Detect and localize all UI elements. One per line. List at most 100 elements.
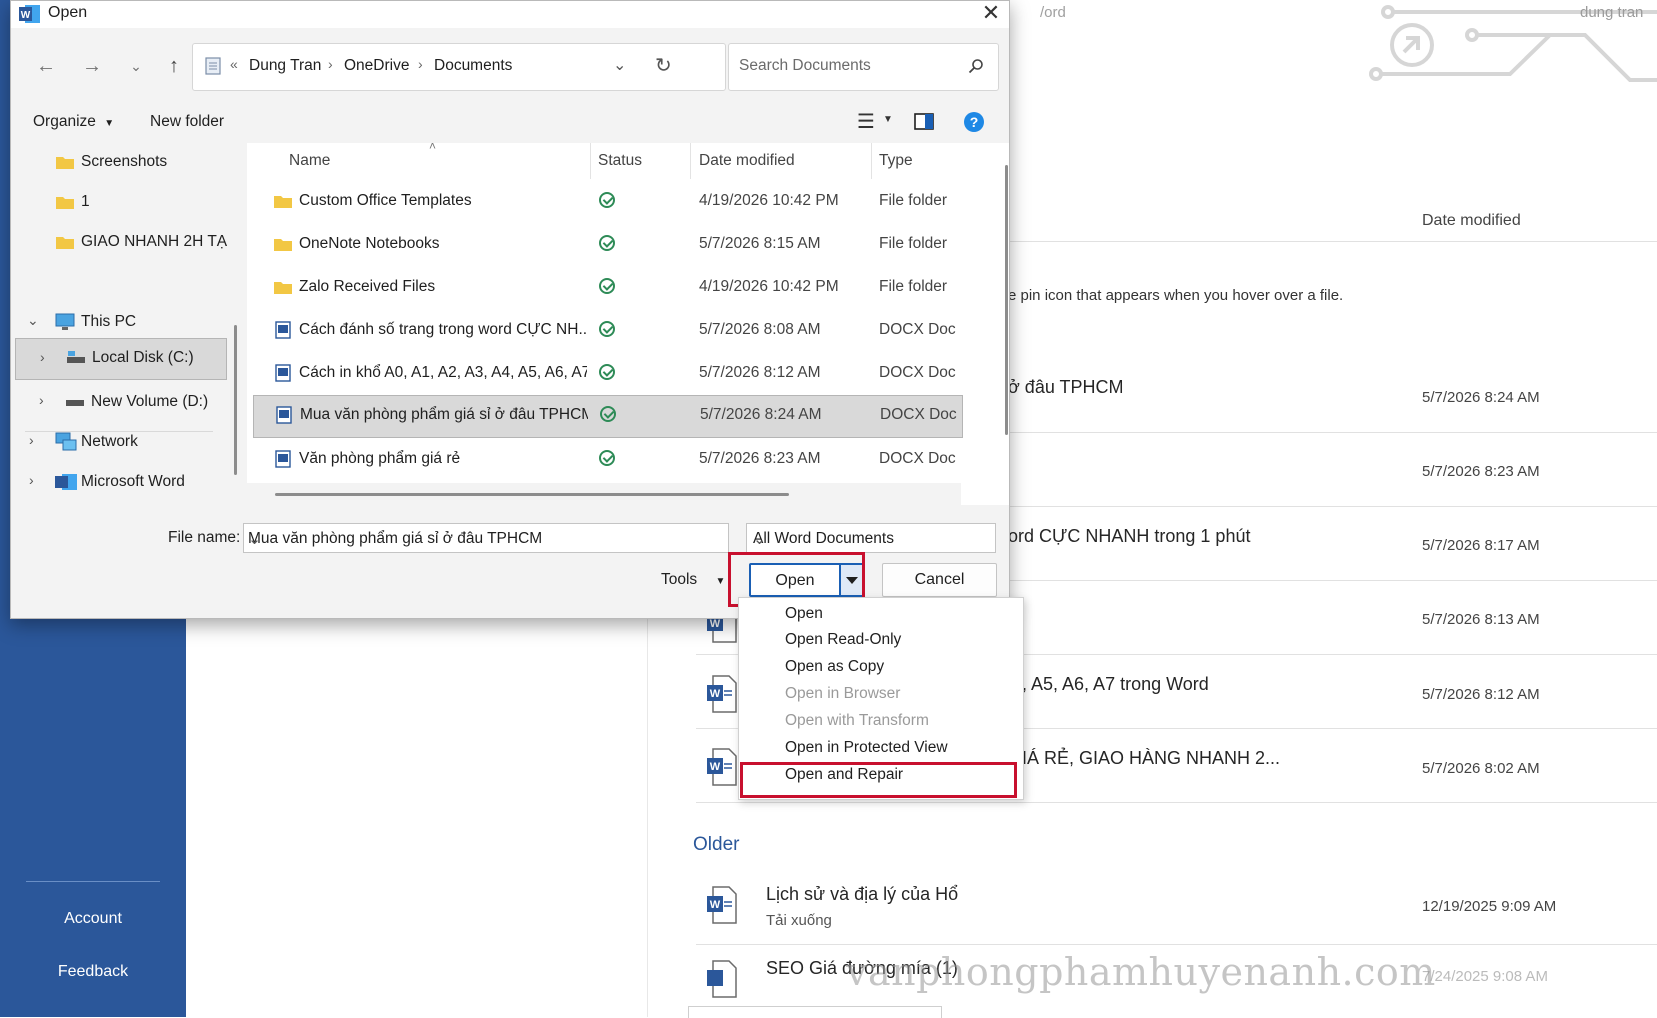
- table-row[interactable]: OneNote Notebooks 5/7/2026 8:15 AM File …: [247, 224, 961, 265]
- recent-file-title[interactable]: ord CỰC NHANH trong 1 phút: [1008, 526, 1250, 547]
- tools-button[interactable]: Tools ▼: [661, 571, 725, 589]
- collapsed-chevron-icon[interactable]: ›: [40, 349, 45, 365]
- folder-icon: [274, 196, 292, 208]
- address-bar[interactable]: « Dung Tran › OneDrive › Documents ⌄ ↻: [192, 43, 726, 91]
- column-header-type[interactable]: Type: [879, 152, 913, 170]
- navigation-pane: Screenshots 1 GIAO NHANH 2H TẠ ⌄ This PC…: [11, 143, 227, 505]
- collapsed-chevron-icon[interactable]: ›: [29, 472, 34, 488]
- docx-icon: [275, 450, 291, 468]
- older-file-location: Tải xuống: [766, 912, 832, 929]
- close-icon[interactable]: ✕: [976, 1, 1006, 27]
- vertical-scrollbar[interactable]: [1005, 165, 1008, 435]
- forward-arrow-icon[interactable]: →: [79, 53, 105, 79]
- file-name: Zalo Received Files: [299, 278, 436, 295]
- new-folder-button[interactable]: New folder: [150, 113, 224, 131]
- column-separator[interactable]: [690, 143, 691, 179]
- menu-item-open[interactable]: Open: [785, 605, 823, 623]
- up-arrow-icon[interactable]: ↑: [161, 53, 187, 79]
- collapsed-chevron-icon[interactable]: ›: [39, 392, 44, 408]
- nav-scrollbar[interactable]: [233, 143, 239, 505]
- organize-label: Organize: [33, 113, 96, 130]
- breadcrumb-chevron-icon[interactable]: ›: [328, 56, 333, 72]
- table-row[interactable]: Cách đánh số trang trong word CỰC NH... …: [247, 310, 961, 351]
- nav-item-local-disk[interactable]: › Local Disk (C:): [15, 338, 227, 380]
- chevron-down-icon[interactable]: ⌄: [753, 530, 988, 549]
- column-header-name[interactable]: Name: [289, 152, 330, 170]
- preview-pane-icon[interactable]: [914, 113, 934, 130]
- address-dropdown-chevron-icon[interactable]: ⌄: [613, 55, 626, 75]
- feedback-button[interactable]: Feedback: [0, 963, 186, 981]
- breadcrumb-documents[interactable]: Documents: [434, 57, 512, 75]
- nav-item-network[interactable]: › Network: [11, 423, 227, 461]
- search-input[interactable]: Search Documents: [728, 43, 999, 91]
- dialog-toolbar: Organize ▼ New folder ☰ ▼ ?: [11, 101, 1009, 143]
- recent-file-title[interactable]: ở đâu TPHCM: [1008, 377, 1124, 398]
- word-document-icon: W: [707, 675, 737, 713]
- nav-item-giao-nhanh[interactable]: GIAO NHANH 2H TẠ: [11, 223, 227, 261]
- open-dialog: W Open ✕ ← → ⌄ ↑ « Dung Tran › OneDrive …: [10, 0, 1010, 619]
- menu-item-open-as-copy[interactable]: Open as Copy: [785, 658, 884, 676]
- user-name[interactable]: dung tran: [1580, 4, 1643, 21]
- account-button[interactable]: Account: [0, 910, 186, 928]
- view-dropdown-icon[interactable]: ▼: [883, 114, 893, 125]
- recent-file-title[interactable]: , A5, A6, A7 trong Word: [1022, 674, 1209, 695]
- cancel-button[interactable]: Cancel: [882, 563, 997, 597]
- column-header-date[interactable]: Date modified: [699, 152, 795, 170]
- table-row[interactable]: Custom Office Templates 4/19/2026 10:42 …: [247, 181, 961, 222]
- table-row[interactable]: Văn phòng phẩm giá rẻ 5/7/2026 8:23 AM D…: [247, 439, 961, 480]
- nav-item-this-pc[interactable]: ⌄ This PC: [11, 303, 227, 341]
- table-row[interactable]: Cách in khổ A0, A1, A2, A3, A4, A5, A6, …: [247, 353, 961, 394]
- recent-locations-chevron-icon[interactable]: ⌄: [123, 53, 149, 79]
- organize-button[interactable]: Organize ▼: [33, 113, 114, 131]
- nav-item-microsoft-word[interactable]: › Microsoft Word: [11, 463, 227, 501]
- sync-ok-icon: [600, 406, 616, 422]
- breadcrumb-overflow[interactable]: «: [230, 56, 238, 72]
- sync-ok-icon: [599, 192, 615, 208]
- column-header-status[interactable]: Status: [598, 152, 642, 170]
- file-name-input[interactable]: Mua văn phòng phẩm giá sỉ ở đâu TPHCM ⌄: [243, 523, 729, 553]
- menu-item-open-read-only[interactable]: Open Read-Only: [785, 631, 901, 649]
- older-file-title[interactable]: Lịch sử và địa lý của Hổ: [766, 884, 958, 905]
- nav-item-label: 1: [81, 193, 90, 210]
- column-separator[interactable]: [871, 143, 872, 179]
- word-logo-icon: W: [19, 5, 40, 23]
- recent-column-date[interactable]: Date modified: [1422, 212, 1521, 230]
- nav-item-folder-1[interactable]: 1: [11, 183, 227, 221]
- sync-ok-icon: [599, 364, 615, 380]
- nav-item-new-volume[interactable]: › New Volume (D:): [11, 383, 227, 421]
- file-name-label: File name:: [168, 529, 241, 546]
- more-documents-button[interactable]: [688, 1006, 942, 1018]
- word-document-icon: [707, 960, 737, 998]
- table-row[interactable]: Zalo Received Files 4/19/2026 10:42 PM F…: [247, 267, 961, 308]
- recent-file-date: 5/7/2026 8:17 AM: [1422, 537, 1540, 554]
- tools-dropdown-icon: ▼: [715, 576, 726, 587]
- open-and-repair-highlight: [740, 762, 1017, 798]
- expanded-chevron-icon[interactable]: ⌄: [27, 312, 39, 329]
- folder-icon: [56, 237, 74, 249]
- horizontal-scrollbar-thumb[interactable]: [275, 493, 789, 496]
- recent-file-title[interactable]: IÁ RẺ, GIAO HÀNG NHANH 2...: [1022, 748, 1280, 769]
- recent-divider: [696, 802, 1657, 803]
- drive-icon: [66, 400, 84, 406]
- breadcrumb-dung-tran[interactable]: Dung Tran: [249, 57, 321, 75]
- column-separator[interactable]: [590, 143, 591, 179]
- nav-item-screenshots[interactable]: Screenshots: [11, 143, 227, 181]
- file-type-select[interactable]: All Word Documents ⌄: [746, 523, 996, 553]
- svg-text:W: W: [21, 10, 31, 21]
- older-section-heading: Older: [693, 834, 740, 855]
- chevron-down-icon[interactable]: ⌄: [248, 530, 721, 549]
- folder-icon: [274, 239, 292, 251]
- help-icon[interactable]: ?: [963, 111, 985, 133]
- table-row-selected[interactable]: Mua văn phòng phẩm giá sỉ ở đâu TPHCM 5/…: [253, 395, 963, 438]
- nav-item-label: Local Disk (C:): [92, 349, 194, 366]
- sidebar-divider: [26, 881, 160, 882]
- search-icon[interactable]: [968, 58, 984, 74]
- breadcrumb-chevron-icon[interactable]: ›: [418, 56, 423, 72]
- collapsed-chevron-icon[interactable]: ›: [29, 432, 34, 448]
- back-arrow-icon[interactable]: ←: [33, 53, 59, 79]
- menu-item-open-protected-view[interactable]: Open in Protected View: [785, 739, 948, 757]
- folder-icon: [274, 282, 292, 294]
- refresh-icon[interactable]: ↻: [655, 53, 672, 78]
- breadcrumb-onedrive[interactable]: OneDrive: [344, 57, 409, 75]
- view-options-icon[interactable]: ☰: [857, 109, 875, 134]
